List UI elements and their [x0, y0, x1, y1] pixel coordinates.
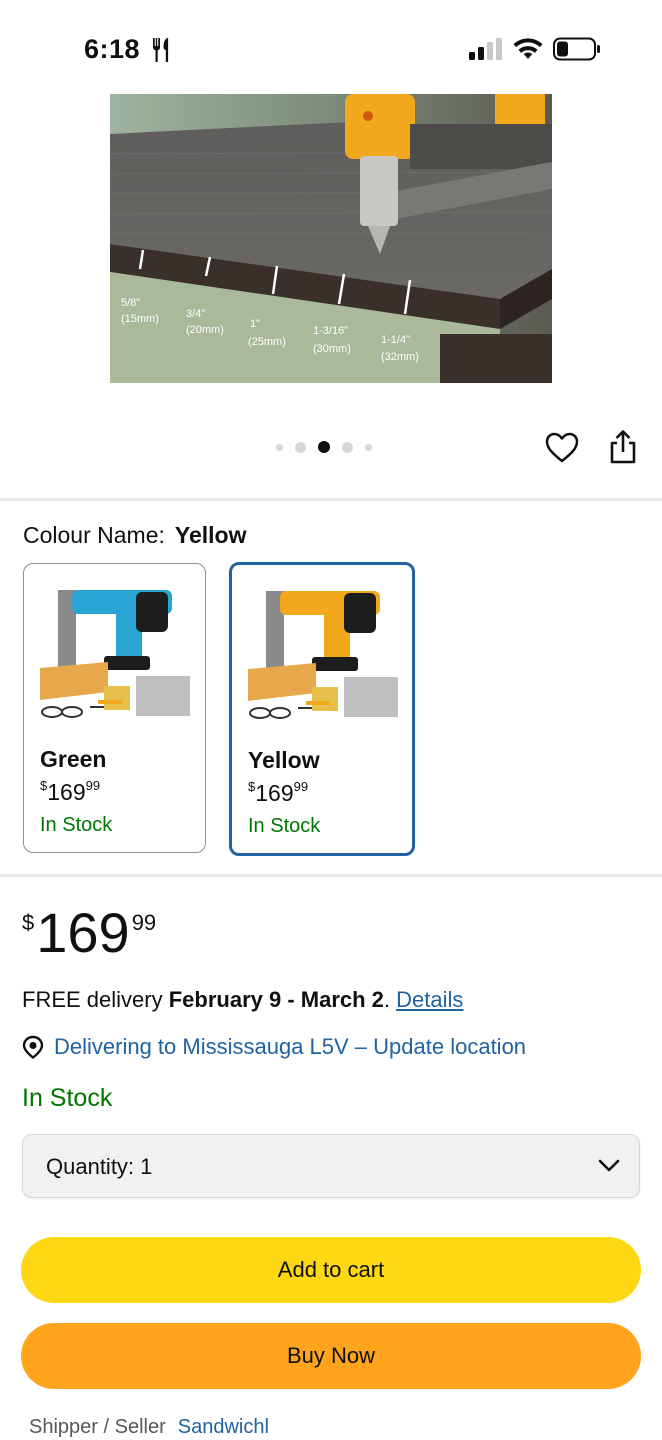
measurement-metric: (15mm)	[121, 313, 159, 325]
quantity-label: Quantity: 1	[46, 1154, 152, 1180]
status-time: 6:18	[84, 34, 141, 64]
quantity-label-text: Quantity:	[46, 1154, 135, 1179]
location-pin-icon	[22, 1035, 44, 1059]
delivery-info: FREE delivery February 9 - March 2. Deta…	[22, 987, 463, 1013]
share-icon[interactable]	[606, 428, 640, 466]
measurement-label: 1-1/4"	[381, 334, 410, 346]
colour-option-name: Yellow	[248, 747, 320, 773]
status-bar: 6:18	[0, 0, 662, 90]
stock-status: In Stock	[22, 1084, 113, 1112]
measurement-metric: (30mm)	[313, 343, 351, 355]
section-divider	[0, 498, 662, 501]
add-to-cart-button[interactable]: Add to cart	[21, 1237, 641, 1303]
section-divider	[0, 874, 662, 877]
measurement-label: 3/4"	[186, 308, 205, 320]
measurement-label: 5/8"	[121, 297, 140, 309]
buy-now-button[interactable]: Buy Now	[21, 1323, 641, 1389]
fork-knife-icon	[153, 38, 169, 62]
colour-option-green[interactable]: Green $16999 In Stock	[23, 563, 206, 853]
image-carousel-dots[interactable]	[276, 440, 372, 454]
product-thumbnail-green	[40, 590, 190, 718]
battery-icon	[553, 37, 600, 61]
colour-option-yellow[interactable]: Yellow $16999 In Stock	[229, 562, 415, 856]
heart-icon[interactable]	[544, 430, 580, 466]
delivery-prefix: FREE delivery	[22, 987, 169, 1012]
seller-name-link[interactable]: Sandwichl	[178, 1416, 269, 1438]
product-image[interactable]: 5/8" (15mm) 3/4" (20mm) 1" (25mm) 1-3/16…	[110, 94, 552, 383]
colour-selected-value: Yellow	[174, 522, 247, 548]
price-cents: 99	[293, 779, 309, 794]
measurement-metric: (25mm)	[248, 336, 286, 348]
carousel-dot[interactable]	[365, 443, 372, 451]
measurement-label: 1-3/16"	[313, 325, 348, 337]
wifi-icon	[513, 38, 543, 59]
signal-icon	[469, 38, 502, 60]
price-cents: 99	[85, 778, 101, 793]
delivery-details-link[interactable]: Details	[396, 987, 463, 1012]
price-cents: 99	[131, 910, 157, 935]
colour-option-stock: In Stock	[40, 814, 113, 836]
product-price: $ 169 99	[22, 900, 156, 970]
price-whole: 169	[36, 901, 130, 964]
shipper-seller-row: Shipper / Seller Sandwichl	[29, 1416, 269, 1439]
measurement-metric: (32mm)	[381, 351, 419, 363]
product-thumbnail-yellow	[248, 591, 398, 719]
delivery-suffix: .	[383, 987, 397, 1012]
measurement-metric: (20mm)	[186, 324, 224, 336]
measurement-label: 1"	[250, 318, 260, 330]
colour-option-price: $16999	[248, 779, 308, 807]
carousel-dot[interactable]	[295, 441, 306, 453]
carousel-dot[interactable]	[342, 441, 353, 453]
colour-label: Colour Name: Yellow	[23, 522, 246, 549]
delivery-location-link[interactable]: Delivering to Mississauga L5V – Update l…	[22, 1034, 526, 1060]
price-currency: $	[22, 910, 35, 935]
colour-option-price: $16999	[40, 778, 100, 806]
price-whole: 169	[255, 780, 294, 806]
colour-option-stock: In Stock	[248, 815, 321, 837]
chevron-down-icon	[598, 1159, 620, 1172]
carousel-dot[interactable]	[276, 443, 283, 451]
quantity-select[interactable]: Quantity: 1	[22, 1134, 640, 1198]
delivery-dates: February 9 - March 2	[168, 987, 384, 1012]
seller-label: Shipper / Seller	[29, 1416, 166, 1438]
delivery-location-text: Delivering to Mississauga L5V – Update l…	[54, 1034, 527, 1059]
colour-option-name: Green	[40, 746, 107, 772]
carousel-dot-active[interactable]	[318, 441, 330, 453]
price-whole: 169	[47, 779, 86, 805]
quantity-value: 1	[140, 1154, 153, 1179]
colour-label-text: Colour Name:	[23, 522, 165, 548]
